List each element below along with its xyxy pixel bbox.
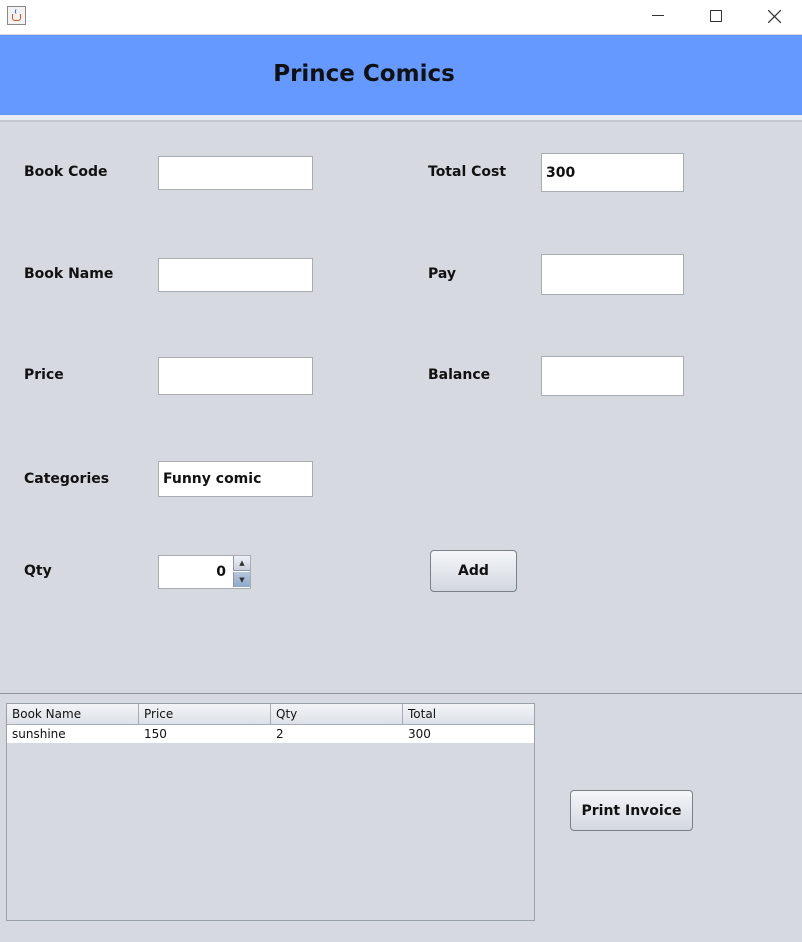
add-button[interactable]: Add [430, 550, 517, 592]
cell-book-name: sunshine [12, 727, 66, 741]
header-divider-shadow [0, 120, 802, 122]
table-header: Book Name Price Qty Total [7, 704, 534, 725]
cell-qty: 2 [276, 727, 284, 741]
java-cup-icon[interactable] [7, 6, 26, 25]
cell-total: 300 [408, 727, 431, 741]
pay-label: Pay [428, 266, 457, 282]
close-icon[interactable] [745, 0, 802, 32]
book-code-label: Book Code [24, 164, 108, 180]
total-cost-field[interactable]: 300 [541, 153, 684, 192]
pay-field[interactable] [541, 254, 684, 295]
spinner-down-icon[interactable]: ▼ [233, 572, 250, 587]
balance-label: Balance [428, 367, 491, 383]
total-cost-label: Total Cost [428, 164, 507, 180]
column-header-book-name[interactable]: Book Name [7, 704, 139, 724]
header-banner: Prince Comics [0, 35, 802, 115]
print-invoice-button[interactable]: Print Invoice [570, 790, 693, 831]
book-code-field[interactable] [158, 156, 313, 190]
cell-price: 150 [144, 727, 167, 741]
column-header-qty[interactable]: Qty [271, 704, 403, 724]
qty-label: Qty [24, 563, 52, 579]
minimize-icon[interactable] [629, 0, 687, 32]
window-titlebar [0, 0, 802, 34]
maximize-icon[interactable] [687, 0, 745, 32]
price-field[interactable] [158, 357, 313, 395]
qty-value: 0 [216, 564, 226, 580]
price-label: Price [24, 367, 64, 383]
cart-table[interactable]: Book Name Price Qty Total sunshine 150 2… [6, 703, 535, 921]
book-name-field[interactable] [158, 258, 313, 292]
table-row[interactable]: sunshine 150 2 300 [7, 725, 534, 743]
page-title: Prince Comics [273, 61, 455, 87]
column-header-price[interactable]: Price [139, 704, 271, 724]
qty-spinner[interactable]: 0 ▲ ▼ [158, 555, 251, 589]
column-header-total[interactable]: Total [403, 704, 534, 724]
book-name-label: Book Name [24, 266, 114, 282]
categories-label: Categories [24, 471, 110, 487]
balance-field[interactable] [541, 356, 684, 396]
categories-field[interactable]: Funny comic [158, 461, 313, 497]
section-divider [0, 693, 802, 694]
spinner-up-icon[interactable]: ▲ [233, 556, 250, 571]
